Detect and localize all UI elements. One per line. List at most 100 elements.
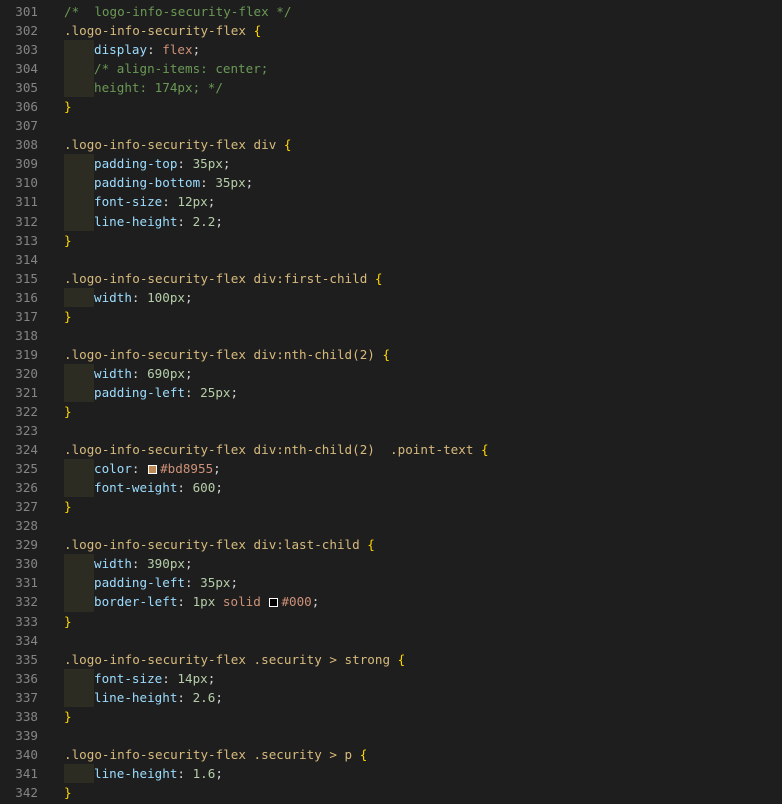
line-content[interactable]: width: 690px; [64,363,193,383]
code-line[interactable]: 335 .logo-info-security-flex .security > … [0,650,782,669]
line-number: 339 [15,727,38,743]
code-line[interactable]: 324 .logo-info-security-flex div:nth-chil… [0,440,782,459]
code-line[interactable]: 325 color: #bd8955; [0,459,782,479]
line-content[interactable]: } [64,307,72,326]
code-line[interactable]: 328 [0,516,782,535]
line-content[interactable]: .logo-info-security-flex div:nth-child(2… [64,440,489,459]
code-line[interactable]: 311 font-size: 12px; [0,192,782,212]
code-line[interactable]: 330 width: 390px; [0,554,782,574]
line-content[interactable]: /* logo-info-security-flex */ [64,2,291,21]
code-line[interactable]: 317} [0,307,782,326]
code-line[interactable]: 315 .logo-info-security-flex div:first-ch… [0,269,782,288]
code-line[interactable]: 314 [0,250,782,269]
line-content[interactable]: line-height: 1.6; [64,763,223,783]
line-content[interactable]: .logo-info-security-flex div { [64,135,291,154]
code-line[interactable]: 302 .logo-info-security-flex { [0,21,782,40]
line-content[interactable]: } [64,97,72,116]
line-content[interactable]: height: 174px; */ [64,78,223,98]
code-line[interactable]: 323 [0,421,782,440]
color-swatch[interactable] [269,598,279,608]
code-line[interactable]: 339 [0,726,782,745]
line-content[interactable]: .logo-info-security-flex div:first-child… [64,269,382,288]
css-property: width [94,365,132,381]
line-content[interactable]: color: #bd8955; [64,459,221,479]
line-content[interactable]: .logo-info-security-flex div:last-child … [64,535,375,554]
code-line[interactable]: 319 .logo-info-security-flex div:nth-chil… [0,345,782,364]
code-line[interactable]: 313} [0,231,782,250]
code-line[interactable]: 340 .logo-info-security-flex .security > … [0,745,782,764]
line-content[interactable]: /* align-items: center; [64,59,268,79]
line-content[interactable]: line-height: 2.2; [64,211,223,231]
code-line[interactable]: 309 padding-top: 35px; [0,154,782,174]
line-content[interactable]: padding-left: 35px; [64,573,238,593]
line-number: 319 [15,346,38,362]
code-line[interactable]: 307 [0,116,782,135]
line-content[interactable]: font-weight: 600; [64,478,223,498]
indent-guide [64,554,94,574]
line-content[interactable]: } [64,707,72,726]
punctuation: ; [213,461,221,477]
css-number: 600 [192,480,216,496]
code-line[interactable]: 342} [0,783,782,802]
code-line[interactable]: 305 height: 174px; */ [0,78,782,98]
code-line[interactable]: 312 line-height: 2.2; [0,211,782,231]
css-number: 35px [200,575,231,591]
code-line[interactable]: 318 [0,326,782,345]
css-value: #bd8955 [160,461,214,477]
line-number: 321 [15,384,38,400]
line-content[interactable]: } [64,231,72,250]
brace: } [64,403,72,419]
css-property: font-weight [94,480,178,496]
code-line[interactable]: 329 .logo-info-security-flex div:last-chi… [0,535,782,554]
line-number: 325 [15,461,38,477]
line-content[interactable]: border-left: 1px solid #000; [64,592,319,612]
line-content[interactable]: padding-top: 35px; [64,154,231,174]
punctuation: : [162,670,178,686]
code-line[interactable]: 316 width: 100px; [0,287,782,307]
color-swatch[interactable] [148,465,158,475]
line-content[interactable]: .logo-info-security-flex div:nth-child(2… [64,345,390,364]
line-content[interactable]: display: flex; [64,40,200,60]
css-number: 2.2 [192,213,216,229]
line-content[interactable]: font-size: 12px; [64,192,215,212]
line-number: 333 [15,613,38,629]
line-content[interactable]: } [64,783,72,802]
code-editor[interactable]: 301 /* logo-info-security-flex */ 302 .logo… [0,0,782,804]
code-line[interactable]: 332 border-left: 1px solid #000; [0,592,782,612]
line-content[interactable]: width: 390px; [64,554,193,574]
line-content[interactable]: .logo-info-security-flex .security > p { [64,745,367,764]
line-number: 301 [15,4,38,19]
line-content[interactable]: } [64,612,72,631]
line-content[interactable]: } [64,402,72,421]
code-line[interactable]: 327} [0,497,782,516]
code-line[interactable]: 331 padding-left: 35px; [0,573,782,593]
css-property: font-size [94,194,163,210]
line-content[interactable]: .logo-info-security-flex { [64,21,261,40]
code-line[interactable]: 308 .logo-info-security-flex div { [0,135,782,154]
code-line[interactable]: 336 font-size: 14px; [0,668,782,688]
code-line[interactable]: 322} [0,402,782,421]
line-content[interactable]: .logo-info-security-flex .security > str… [64,650,405,669]
line-content[interactable]: font-size: 14px; [64,668,215,688]
line-content[interactable]: padding-bottom: 35px; [64,173,253,193]
line-content[interactable]: line-height: 2.6; [64,687,223,707]
code-line[interactable]: 303 display: flex; [0,40,782,60]
punctuation: : [200,175,216,191]
punctuation [215,594,223,609]
code-line[interactable]: 321 padding-left: 25px; [0,382,782,402]
line-content[interactable]: padding-left: 25px; [64,382,238,402]
code-line[interactable]: 334 [0,631,782,650]
code-line[interactable]: 304 /* align-items: center; [0,59,782,79]
line-content[interactable]: } [64,497,72,516]
code-line[interactable]: 310 padding-bottom: 35px; [0,173,782,193]
code-line[interactable]: 338} [0,707,782,726]
code-line[interactable]: 341 line-height: 1.6; [0,763,782,783]
code-line[interactable]: 337 line-height: 2.6; [0,687,782,707]
code-line[interactable]: 301 /* logo-info-security-flex */ [0,2,782,21]
code-line[interactable]: 306} [0,97,782,116]
line-content[interactable]: width: 100px; [64,287,193,307]
css-selector: .logo-info-security-flex div:nth-child(2… [64,442,482,458]
code-line[interactable]: 326 font-weight: 600; [0,478,782,498]
code-line[interactable]: 333} [0,612,782,631]
code-line[interactable]: 320 width: 690px; [0,363,782,383]
